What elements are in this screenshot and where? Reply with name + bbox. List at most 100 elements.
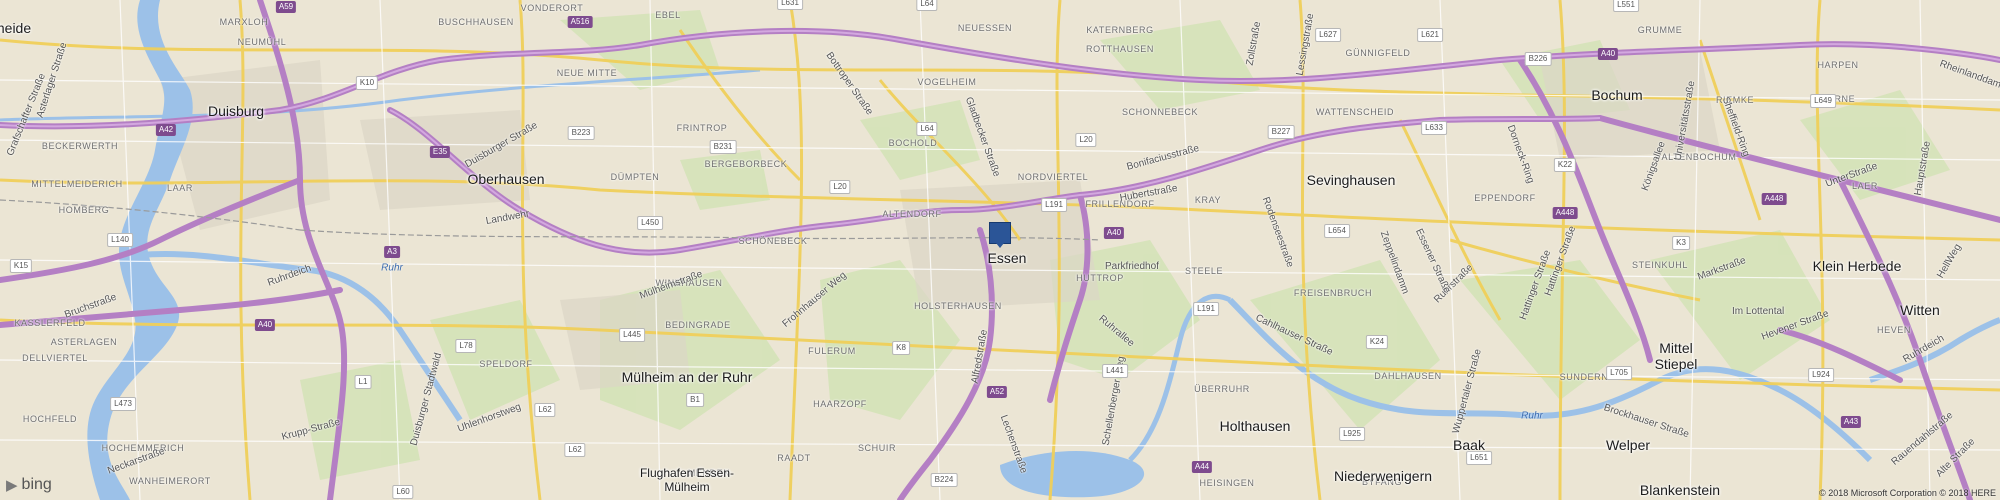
district-label: WANHEIMERORT xyxy=(129,476,211,486)
district-label: KASSLERFELD xyxy=(14,318,86,328)
road-shield: K22 xyxy=(1553,158,1577,172)
city-label: Baak xyxy=(1453,437,1485,453)
motorway-shield: A3 xyxy=(384,246,400,258)
district-label: SPELDORF xyxy=(479,359,533,369)
road-shield: L633 xyxy=(1421,121,1447,135)
motorway-shield: A516 xyxy=(567,16,593,28)
road-shield: L450 xyxy=(637,216,663,230)
road-shield: L649 xyxy=(1810,94,1836,108)
road-shield: L651 xyxy=(1466,451,1492,465)
district-label: KRAY xyxy=(1194,195,1222,205)
copyright-notice: © 2018 Microsoft Corporation © 2018 HERE xyxy=(1819,488,1996,498)
river-label: Ruhr xyxy=(381,262,403,274)
road-shield: L473 xyxy=(110,397,136,411)
road-shield: L924 xyxy=(1808,368,1834,382)
district-label: WATTENSCHEID xyxy=(1315,107,1395,117)
map-canvas[interactable]: MARXLOH NEUMÜHL BUSCHHAUSEN VONDERORT EB… xyxy=(0,0,2000,500)
district-label: DÜMPTEN xyxy=(610,172,660,182)
road-shield: K8 xyxy=(892,341,910,355)
district-label: NEUESSEN xyxy=(957,23,1013,33)
city-label: Duisburg xyxy=(207,103,265,119)
district-label: FULERUM xyxy=(808,346,856,356)
road-shield: K10 xyxy=(355,76,379,90)
road-shield: L20 xyxy=(1075,133,1097,147)
road-shield: B223 xyxy=(567,126,595,140)
city-label: Bochum xyxy=(1591,87,1643,103)
district-label: FREISENBRUCH xyxy=(1293,288,1373,298)
bing-logo-text: bing xyxy=(21,476,52,493)
district-label: HOMBERG xyxy=(58,205,110,215)
district-label: NEUMÜHL xyxy=(237,37,287,47)
city-label: Witten xyxy=(1900,302,1940,318)
road-shield: L705 xyxy=(1606,366,1632,380)
bing-logo: ▶ bing xyxy=(6,476,52,494)
road-shield: L20 xyxy=(829,180,851,194)
district-label: LAER xyxy=(1852,181,1878,191)
district-label: SCHUIR xyxy=(857,443,897,453)
city-label: Sevinghausen xyxy=(1306,172,1396,188)
district-label: HEISINGEN xyxy=(1199,478,1255,488)
district-label: HOLSTERHAUSEN xyxy=(914,301,1002,311)
city-label: Flughafen Essen-Mülheim xyxy=(639,466,735,494)
district-label: ASTERLAGEN xyxy=(50,337,118,347)
motorway-shield: A42 xyxy=(155,124,177,136)
district-label: ALTENDORF xyxy=(882,209,942,219)
road-shield: L445 xyxy=(619,328,645,342)
street-label: Im Lottental xyxy=(1732,306,1785,317)
district-label: RAADT xyxy=(777,453,811,463)
road-shield: L925 xyxy=(1339,427,1365,441)
district-label: HAARZOPF xyxy=(813,399,867,409)
road-shield: L140 xyxy=(107,233,133,247)
motorway-shield: A448 xyxy=(1552,207,1578,219)
district-label: GRUMME xyxy=(1637,25,1683,35)
district-label: GÜNNIGFELD xyxy=(1345,48,1411,58)
motorway-shield: A43 xyxy=(1840,416,1862,428)
road-shield: L64 xyxy=(916,122,938,136)
district-label: STEINKUHL xyxy=(1632,260,1688,270)
district-label: BECKERWERTH xyxy=(41,141,119,151)
motorway-shield: E35 xyxy=(429,146,451,158)
road-shield: L1 xyxy=(354,375,372,389)
district-label: SUNDERN xyxy=(1559,372,1609,382)
district-label: MITTELMEIDERICH xyxy=(31,179,123,189)
district-label: HARPEN xyxy=(1817,60,1859,70)
bing-logo-icon: ▶ xyxy=(6,477,18,494)
city-label: Mittel Stiepel xyxy=(1654,340,1698,372)
city-label: Essen xyxy=(987,250,1027,266)
district-label: HUTTROP xyxy=(1076,273,1124,283)
district-label: ROTTHAUSEN xyxy=(1085,44,1155,54)
river-label: Ruhr xyxy=(1521,410,1543,422)
district-label: VOGELHEIM xyxy=(917,77,977,87)
district-label: BERGEBORBECK xyxy=(704,159,788,169)
district-label: STEELE xyxy=(1184,266,1224,276)
street-label: Parkfriedhof xyxy=(1105,261,1159,272)
motorway-shield: A448 xyxy=(1761,193,1787,205)
road-shield: B224 xyxy=(930,473,958,487)
road-shield: B227 xyxy=(1267,125,1295,139)
motorway-shield: A52 xyxy=(986,386,1008,398)
district-label: BOCHOLD xyxy=(888,138,938,148)
district-label: EBEL xyxy=(655,10,681,20)
district-label: DAHLHAUSEN xyxy=(1374,371,1442,381)
district-label: SCHONNEBECK xyxy=(1121,107,1199,117)
road-shield: B226 xyxy=(1524,52,1552,66)
motorway-shield: A40 xyxy=(254,319,276,331)
district-label: DELLVIERTEL xyxy=(22,353,88,363)
district-label: MARXLOH xyxy=(219,17,269,27)
road-shield: L191 xyxy=(1193,302,1219,316)
road-shield: B1 xyxy=(686,393,704,407)
road-shield: K3 xyxy=(1672,236,1690,250)
road-shield: L78 xyxy=(455,339,477,353)
district-label: NEUE MITTE xyxy=(556,68,618,78)
road-shield: L551 xyxy=(1613,0,1639,12)
district-label: BEDINGRADE xyxy=(665,320,731,330)
road-shield: K15 xyxy=(9,259,33,273)
location-pin[interactable] xyxy=(989,222,1011,248)
road-shield: L191 xyxy=(1041,198,1067,212)
motorway-shield: A59 xyxy=(275,1,297,13)
road-shield: K24 xyxy=(1365,335,1389,349)
road-shield: L627 xyxy=(1315,28,1341,42)
city-label: Holthausen xyxy=(1219,418,1291,434)
city-label: Mülheim an der Ruhr xyxy=(621,369,753,385)
road-shield: L631 xyxy=(777,0,803,10)
